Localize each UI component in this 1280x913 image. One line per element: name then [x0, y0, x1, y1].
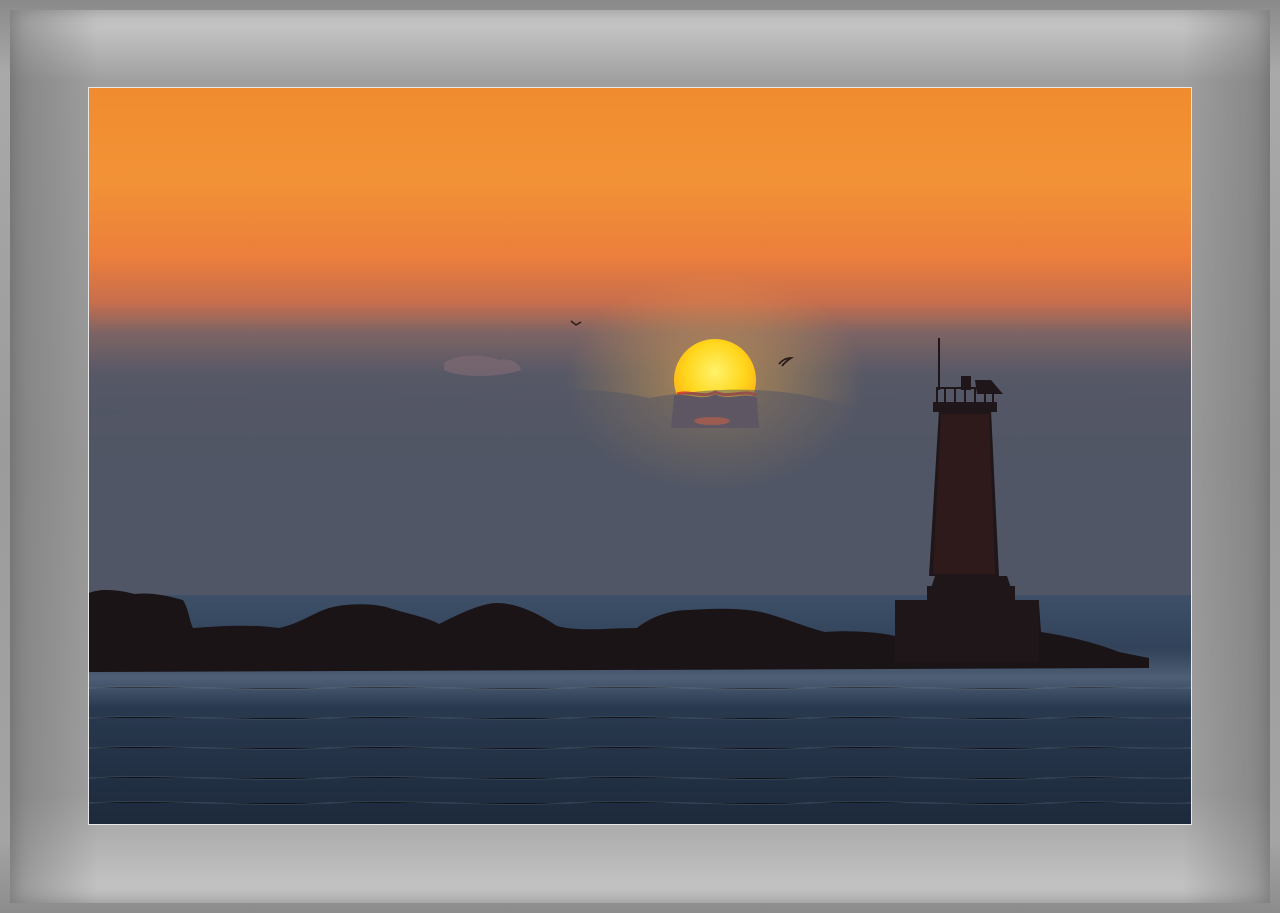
picture-frame: [0, 0, 1280, 913]
sunset-photo: [89, 88, 1191, 824]
photo-border: [88, 87, 1192, 825]
